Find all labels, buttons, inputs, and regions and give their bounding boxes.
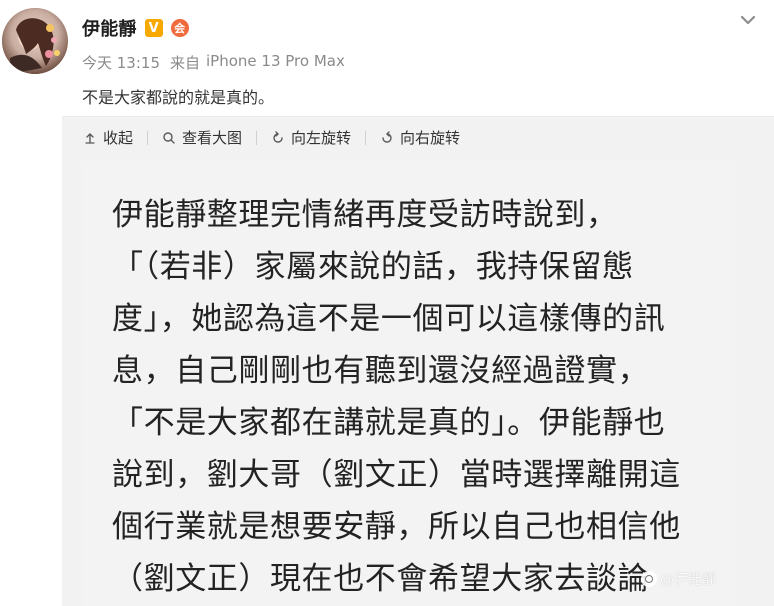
toolbar-divider: [365, 130, 367, 145]
media-panel: 收起 查看大图 向左旋转 向右旋转 伊能靜整理完情緒再度受訪時說到， 「（若非）…: [62, 116, 774, 606]
member-icon: 会: [170, 19, 189, 37]
post-meta: 今天 13:15 来自 iPhone 13 Pro Max: [82, 52, 345, 73]
rotate-left-icon: [273, 130, 283, 143]
image-text-line: 「不是大家都在講就是真的」。伊能靜也: [112, 405, 666, 441]
post-source: 来自 iPhone 13 Pro Max: [170, 52, 345, 73]
rotate-left-label: 向左旋转: [291, 129, 352, 147]
magnifier-icon: [163, 131, 175, 144]
image-text-line: 說到，劉大哥（劉文正）當時選擇離開這: [112, 457, 681, 493]
image-text-line: 「（若非）家屬來說的話，我持保留態: [112, 249, 634, 285]
author-row: 伊能靜 V 会: [82, 16, 189, 40]
chevron-down-icon: [740, 15, 756, 25]
image-text-line: （劉文正）現在也不會希望大家去談論: [112, 561, 650, 597]
toolbar-divider: [256, 130, 258, 145]
more-menu[interactable]: [736, 10, 760, 30]
verified-icon: V: [144, 19, 163, 37]
weibo-logo-icon: [641, 571, 657, 587]
avatar[interactable]: [2, 8, 68, 74]
rotate-right-button[interactable]: 向右旋转: [379, 127, 461, 148]
image-watermark: @伊能靜: [641, 569, 716, 589]
post-text: 不是大家都說的就是真的。: [82, 88, 275, 107]
media-toolbar: 收起 查看大图 向左旋转 向右旋转: [82, 127, 461, 148]
image-text-line: 個行業就是想要安靜，所以自己也相信他: [112, 509, 681, 545]
post-time[interactable]: 今天 13:15: [82, 52, 160, 73]
image-text-line: 度」，她認為這不是一個可以這樣傳的訊: [112, 301, 666, 337]
collapse-label: 收起: [103, 129, 134, 147]
source-prefix: 来自: [170, 54, 201, 72]
image-text-line: 伊能靜整理完情緒再度受訪時說到，: [112, 197, 618, 233]
view-large-label: 查看大图: [182, 129, 243, 147]
weibo-post-card: 伊能靜 V 会 今天 13:15 来自 iPhone 13 Pro Max 不是…: [0, 0, 774, 606]
rotate-right-label: 向右旋转: [400, 129, 461, 147]
post-image[interactable]: 伊能靜整理完情緒再度受訪時說到， 「（若非）家屬來說的話，我持保留態 度」，她認…: [82, 162, 737, 606]
image-text-line: 息，自己剛剛也有聽到還沒經過證實，: [112, 353, 650, 389]
toolbar-divider: [147, 130, 149, 145]
image-text: 伊能靜整理完情緒再度受訪時說到， 「（若非）家屬來說的話，我持保留態 度」，她認…: [112, 189, 722, 605]
author-name[interactable]: 伊能靜: [82, 15, 137, 41]
rotate-left-button[interactable]: 向左旋转: [270, 127, 352, 148]
collapse-button[interactable]: 收起: [82, 127, 134, 148]
watermark-text: @伊能靜: [660, 572, 716, 588]
source-device: iPhone 13 Pro Max: [206, 52, 345, 70]
view-large-button[interactable]: 查看大图: [161, 127, 243, 148]
arrow-up-icon: [85, 132, 95, 144]
rotate-right-icon: [382, 130, 392, 143]
